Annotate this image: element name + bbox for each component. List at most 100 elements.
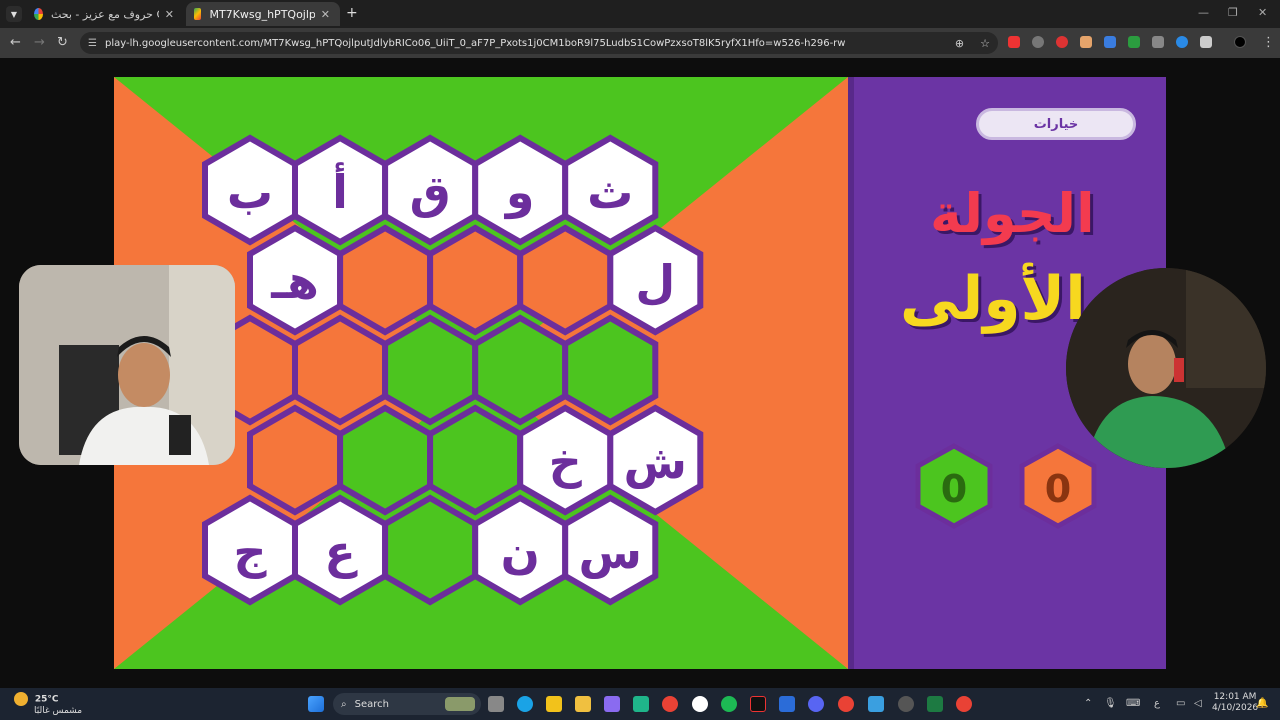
extension-icon[interactable] bbox=[1176, 36, 1188, 48]
tab-google-search[interactable]: حروف مع عزيز - بحث Google ✕ bbox=[26, 2, 184, 26]
edge-icon[interactable] bbox=[517, 696, 533, 712]
back-icon[interactable]: ← bbox=[10, 35, 21, 50]
hex-letter: ن bbox=[501, 525, 540, 579]
hex-letter: ث bbox=[587, 165, 633, 219]
round-title-line1: الجولة bbox=[930, 182, 1095, 245]
app-icon[interactable] bbox=[633, 696, 649, 712]
app-icon[interactable] bbox=[868, 696, 884, 712]
new-tab-icon[interactable]: + bbox=[346, 5, 358, 21]
volume-icon[interactable]: ◁ bbox=[1194, 698, 1202, 709]
address-bar[interactable]: ☰ play-lh.googleusercontent.com/MT7Kwsg_… bbox=[80, 32, 998, 54]
app-icon[interactable] bbox=[779, 696, 795, 712]
hex-cell[interactable] bbox=[517, 224, 614, 336]
hex-cell[interactable] bbox=[337, 224, 434, 336]
extension-icon[interactable] bbox=[1008, 36, 1020, 48]
clock-time: 12:01 AM bbox=[1213, 692, 1257, 702]
hex-cell[interactable] bbox=[382, 494, 479, 606]
hex-grid: ب أ ق و ث هـ ل خ ش ج ع ن س bbox=[202, 134, 704, 606]
play-store-icon bbox=[194, 8, 202, 20]
excel-icon[interactable] bbox=[927, 696, 943, 712]
hex-cell[interactable] bbox=[427, 224, 524, 336]
forward-icon[interactable]: → bbox=[34, 35, 45, 50]
hex-cell[interactable] bbox=[562, 314, 659, 426]
search-highlight-icon bbox=[445, 697, 475, 711]
search-icon: ⌕ bbox=[341, 698, 347, 710]
copilot-icon[interactable] bbox=[604, 696, 620, 712]
chrome-icon[interactable] bbox=[956, 696, 972, 712]
site-info-icon[interactable]: ☰ bbox=[88, 38, 97, 49]
keyboard-icon[interactable]: ⌨ bbox=[1126, 698, 1140, 709]
app-icon[interactable] bbox=[898, 696, 914, 712]
hex-letter: أ bbox=[332, 162, 348, 219]
hex-letter: ش bbox=[624, 435, 687, 489]
spotify-icon[interactable] bbox=[721, 696, 737, 712]
maximize-icon[interactable]: ❐ bbox=[1228, 6, 1238, 19]
hex-letter: ع bbox=[324, 525, 358, 579]
webcam-left bbox=[19, 265, 235, 465]
extension-icon[interactable] bbox=[1152, 36, 1164, 48]
file-explorer-icon[interactable] bbox=[575, 696, 591, 712]
hex-letter: س bbox=[579, 525, 642, 579]
obs-icon[interactable] bbox=[692, 696, 708, 712]
hex-letter: و bbox=[504, 165, 535, 219]
options-button[interactable]: خيارات bbox=[976, 108, 1136, 140]
network-icon[interactable]: ▭ bbox=[1176, 698, 1185, 709]
chrome-icon[interactable] bbox=[838, 696, 854, 712]
score-green-hex: 0 bbox=[915, 443, 993, 529]
hex-cell[interactable] bbox=[337, 404, 434, 516]
extension-icon[interactable] bbox=[1128, 36, 1140, 48]
hex-letter: ل bbox=[635, 255, 675, 309]
clock-date: 4/10/2026 bbox=[1212, 703, 1259, 713]
tab-title: حروف مع عزيز - بحث Google bbox=[50, 7, 159, 21]
hex-letter: ق bbox=[410, 165, 451, 219]
notifications-icon[interactable]: 🔔 bbox=[1256, 698, 1268, 709]
tab-image[interactable]: MT7Kwsg_hPTQojlputJdlybRlCo ✕ bbox=[186, 2, 340, 26]
tab-search-button[interactable]: ▼ bbox=[6, 6, 22, 22]
weather-temp: 25°C bbox=[34, 694, 59, 705]
menu-dots-icon[interactable]: ⋮ bbox=[1262, 35, 1275, 50]
taskbar-search[interactable]: ⌕ Search bbox=[333, 693, 481, 715]
microphone-icon[interactable]: 🎙 bbox=[1104, 698, 1117, 709]
extension-icon[interactable] bbox=[1056, 36, 1068, 48]
url-text[interactable]: play-lh.googleusercontent.com/MT7Kwsg_hP… bbox=[105, 38, 947, 49]
hex-letter: هـ bbox=[270, 255, 319, 309]
discord-icon[interactable] bbox=[808, 696, 824, 712]
google-icon bbox=[34, 8, 43, 20]
tiktok-icon[interactable] bbox=[750, 696, 766, 712]
webcam-right bbox=[1066, 268, 1266, 468]
score-green: 0 bbox=[941, 467, 967, 511]
weather-icon bbox=[14, 692, 28, 706]
hex-cell[interactable] bbox=[292, 314, 389, 426]
profile-avatar[interactable] bbox=[1234, 36, 1246, 48]
reload-icon[interactable]: ↻ bbox=[57, 35, 68, 50]
extension-icon[interactable] bbox=[1032, 36, 1044, 48]
chevron-up-icon[interactable]: ⌃ bbox=[1084, 698, 1092, 709]
bookmark-star-icon[interactable]: ☆ bbox=[980, 37, 990, 50]
close-window-icon[interactable]: ✕ bbox=[1258, 6, 1267, 19]
extension-icon[interactable] bbox=[1104, 36, 1116, 48]
chrome-icon[interactable] bbox=[662, 696, 678, 712]
extension-icon[interactable] bbox=[1080, 36, 1092, 48]
close-icon[interactable]: ✕ bbox=[315, 8, 336, 21]
hex-cell[interactable] bbox=[472, 314, 569, 426]
rockstar-icon[interactable] bbox=[546, 696, 562, 712]
clock[interactable]: 12:01 AM 4/10/2026 bbox=[1212, 692, 1258, 714]
close-icon[interactable]: ✕ bbox=[159, 8, 180, 21]
round-title-line2: الأولى bbox=[900, 264, 1086, 334]
start-icon[interactable] bbox=[308, 696, 324, 712]
webcam-right-image bbox=[1066, 268, 1266, 468]
hex-cell[interactable] bbox=[247, 404, 344, 516]
hex-cell[interactable] bbox=[382, 314, 479, 426]
zoom-icon[interactable]: ⊕ bbox=[955, 37, 964, 50]
weather-widget[interactable]: 25°C مشمس غالبًا bbox=[14, 692, 82, 716]
webcam-left-image bbox=[19, 265, 235, 465]
minimize-icon[interactable]: — bbox=[1198, 6, 1209, 19]
score-orange-hex: 0 bbox=[1019, 443, 1097, 529]
extensions-puzzle-icon[interactable] bbox=[1200, 36, 1212, 48]
hex-letter: خ bbox=[549, 435, 583, 489]
hex-cell[interactable] bbox=[427, 404, 524, 516]
task-view-icon[interactable] bbox=[488, 696, 504, 712]
hex-letter: ب bbox=[227, 165, 273, 219]
language-indicator[interactable]: ع bbox=[1154, 698, 1160, 709]
tab-title: MT7Kwsg_hPTQojlputJdlybRlCo bbox=[209, 7, 315, 21]
